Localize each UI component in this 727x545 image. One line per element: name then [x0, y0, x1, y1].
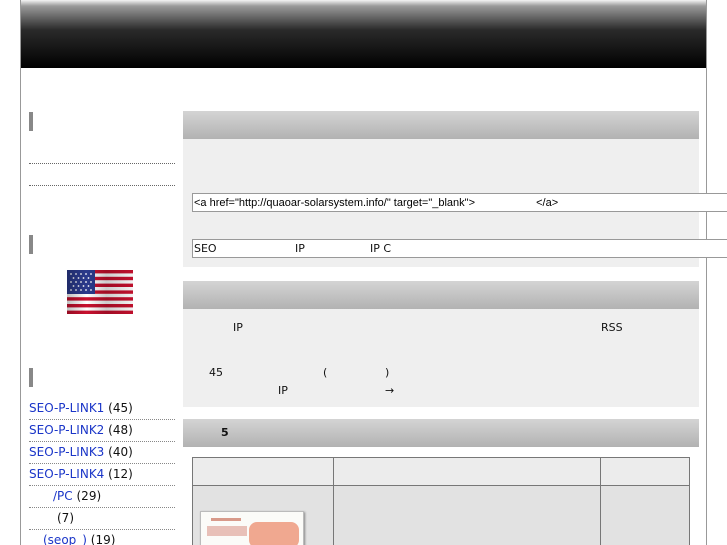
section-header-bar: 5	[183, 419, 699, 447]
list-item: SEO-P-LINK2 (48)	[29, 420, 175, 442]
site-thumbnail[interactable]	[200, 511, 304, 545]
info-text: IP	[233, 321, 243, 334]
sidebar-link[interactable]: SEO-P-LINK1	[29, 401, 104, 415]
sidebar: SEO-P-LINK1 (45) SEO-P-LINK2 (48) SEO-P-…	[29, 112, 175, 545]
link-count: (45)	[108, 401, 133, 415]
table-header-cell	[334, 458, 601, 485]
sidebar-link[interactable]: /PC	[53, 489, 73, 503]
field-text: IP	[295, 242, 305, 255]
table-cell	[193, 486, 334, 545]
page-container: SEO-P-LINK1 (45) SEO-P-LINK2 (48) SEO-P-…	[20, 0, 727, 545]
table-cell	[601, 486, 689, 545]
info-text: (	[323, 366, 328, 379]
link-code-field[interactable]	[192, 193, 727, 212]
sidebar-link[interactable]: SEO-P-LINK4	[29, 467, 104, 481]
section-title: 5	[221, 426, 229, 439]
table-header-row	[193, 458, 689, 486]
info-panel: IP RSS 45 ( ) IP →	[183, 309, 699, 407]
list-item: SEO-P-LINK1 (45)	[29, 398, 175, 420]
arrow-icon: →	[385, 384, 395, 397]
sidebar-divider	[29, 163, 175, 164]
field-text: IP C	[370, 242, 392, 255]
link-count: (19)	[90, 533, 116, 545]
section-header-bar	[183, 111, 699, 139]
info-text: )	[385, 366, 390, 379]
info-text: IP	[278, 384, 288, 397]
list-item: (seop_) (19)	[29, 530, 175, 545]
table-header-cell	[601, 458, 689, 485]
table-cell	[334, 486, 601, 545]
link-count: (12)	[108, 467, 133, 481]
link-count: (48)	[108, 423, 133, 437]
sidebar-heading-marker	[29, 368, 33, 387]
site-table	[192, 457, 690, 545]
seo-info-field[interactable]: SEO IP IP C	[192, 239, 727, 258]
section-header-bar	[183, 281, 699, 309]
list-item: SEO-P-LINK4 (12)	[29, 464, 175, 486]
sidebar-link[interactable]: (seop_)	[43, 533, 87, 545]
field-text: SEO	[194, 242, 217, 255]
sidebar-heading-marker	[29, 235, 33, 254]
sidebar-link[interactable]: SEO-P-LINK3	[29, 445, 104, 459]
list-item: /PC (29)	[29, 486, 175, 508]
site-header	[21, 0, 706, 68]
list-item: SEO-P-LINK3 (40)	[29, 442, 175, 464]
info-text: 45	[209, 366, 223, 379]
rss-text: RSS	[601, 321, 623, 334]
link-count: (29)	[76, 489, 102, 503]
sidebar-heading-marker	[29, 112, 33, 131]
sidebar-link-list: SEO-P-LINK1 (45) SEO-P-LINK2 (48) SEO-P-…	[29, 398, 175, 545]
sidebar-link[interactable]: SEO-P-LINK2	[29, 423, 104, 437]
table-row	[193, 486, 689, 545]
link-count: (7)	[57, 511, 74, 525]
list-item: (7)	[29, 508, 175, 530]
sidebar-divider	[29, 185, 175, 186]
us-flag-icon	[67, 270, 133, 314]
post-panel: SEO IP IP C	[183, 139, 727, 267]
table-header-cell	[193, 458, 334, 485]
main-content: SEO IP IP C IP RSS 45 ( ) IP → 5	[183, 111, 727, 545]
link-count: (40)	[108, 445, 133, 459]
